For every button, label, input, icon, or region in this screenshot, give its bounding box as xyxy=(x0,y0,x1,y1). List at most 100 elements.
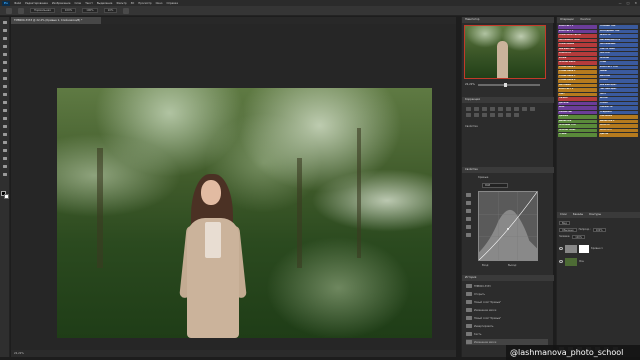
action-button[interactable]: ТОНИРОВКА 3 xyxy=(558,74,597,78)
flow-field[interactable]: 100% xyxy=(82,8,98,13)
action-button[interactable]: ЗАТЕМНИТЬ ТЕНИ xyxy=(558,38,597,42)
crop-tool-icon[interactable] xyxy=(2,52,8,57)
layer-thumbnail[interactable] xyxy=(565,244,577,253)
menu-select[interactable]: Выделение xyxy=(97,2,112,5)
navigator-zoom[interactable]: 22,22% xyxy=(465,83,475,86)
hue-icon[interactable] xyxy=(506,107,511,111)
eyedropper-gray-icon[interactable] xyxy=(466,209,471,213)
curves-svg[interactable] xyxy=(479,192,537,260)
action-button[interactable]: СВЕТ xyxy=(558,92,597,96)
action-button[interactable]: РАЗМЫТИЕ xyxy=(558,110,597,114)
zoom-tool-icon[interactable] xyxy=(2,172,8,177)
layer-opacity-field[interactable]: 100% xyxy=(592,227,606,232)
tab-layers[interactable]: Слои xyxy=(560,212,567,218)
layer-row[interactable]: Фон xyxy=(559,256,639,267)
action-button[interactable]: ЯРКОСТЬ xyxy=(599,34,638,38)
threshold-icon[interactable] xyxy=(498,113,503,117)
shape-tool-icon[interactable] xyxy=(2,156,8,161)
action-button[interactable]: ТОНИРОВКА 2 xyxy=(558,70,597,74)
eraser-tool-icon[interactable] xyxy=(2,100,8,105)
action-button[interactable]: ДЫМКА xyxy=(558,115,597,119)
brush-tool-icon[interactable] xyxy=(2,76,8,81)
hand-tool-icon[interactable] xyxy=(2,164,8,169)
path-select-tool-icon[interactable] xyxy=(2,148,8,153)
photo-canvas[interactable] xyxy=(57,88,432,338)
adjustments-panel-header[interactable]: Коррекция xyxy=(462,97,554,103)
brush-preset-icon[interactable] xyxy=(18,7,24,14)
target-adjust-icon[interactable] xyxy=(466,193,471,197)
action-button[interactable]: НАСЫЩЕННОСТЬ xyxy=(599,38,638,42)
layer-fill-field[interactable]: 100% xyxy=(572,234,586,239)
pencil-icon[interactable] xyxy=(466,233,471,237)
action-button[interactable]: ЦВЕТЫ xyxy=(599,133,638,137)
action-button[interactable]: ЧИСТЫЙ ЦВЕТ xyxy=(599,88,638,92)
tab-paths[interactable]: Контуры xyxy=(589,212,601,218)
layer-blend-select[interactable]: Обычные xyxy=(559,227,577,232)
action-button[interactable]: ПОРТРЕТ xyxy=(599,52,638,56)
dodge-tool-icon[interactable] xyxy=(2,124,8,129)
eyedropper-white-icon[interactable] xyxy=(466,217,471,221)
history-item[interactable]: TMB000-3333 xyxy=(466,283,548,289)
action-button[interactable]: ТЕПЛЫЙ ТОН xyxy=(599,25,638,29)
action-button[interactable]: ХОЛОДНЫЙ ТОН xyxy=(599,29,638,33)
history-brush-tool-icon[interactable] xyxy=(2,92,8,97)
curves-icon[interactable] xyxy=(482,107,487,111)
action-button[interactable]: ТРАВА xyxy=(558,133,597,137)
action-button[interactable]: ВЕСНА xyxy=(599,97,638,101)
menu-window[interactable]: Окно xyxy=(156,2,163,5)
opacity-field[interactable]: 100% xyxy=(60,8,77,13)
posterize-icon[interactable] xyxy=(490,113,495,117)
layer-kind-filter[interactable]: Вид xyxy=(559,220,570,225)
action-button[interactable]: ЗАКАТ xyxy=(599,70,638,74)
bw-icon[interactable] xyxy=(522,107,527,111)
visibility-eye-icon[interactable] xyxy=(559,247,563,250)
gradient-tool-icon[interactable] xyxy=(2,108,8,113)
action-button[interactable]: ОБЪЕМ xyxy=(558,97,597,101)
history-item[interactable]: Кисть xyxy=(466,331,548,337)
menu-3d[interactable]: 3D xyxy=(131,2,135,5)
action-button[interactable]: ТЕНИ xyxy=(599,61,638,65)
close-button[interactable]: ✕ xyxy=(634,1,637,5)
layer-mask-thumbnail[interactable] xyxy=(579,244,589,253)
canvas-area[interactable] xyxy=(11,24,456,350)
action-button[interactable]: ТОНИРОВКА 1 xyxy=(558,65,597,69)
menu-file[interactable]: Файл xyxy=(14,2,21,5)
curves-channel-select[interactable]: RGB xyxy=(482,183,508,188)
action-button[interactable]: ТОНИРОВКА 4 xyxy=(558,79,597,83)
action-button[interactable]: ОСЕНЬ xyxy=(599,101,638,105)
action-button[interactable]: РЕЗКОСТЬ xyxy=(558,52,597,56)
action-button[interactable]: ДЕТАЛИ xyxy=(558,101,597,105)
history-item[interactable]: Новый слой "Кривые" xyxy=(466,315,548,321)
tab-buttons[interactable]: Кнопки xyxy=(581,18,591,21)
menu-type[interactable]: Текст xyxy=(85,2,93,5)
settings-gear-icon[interactable] xyxy=(123,7,130,14)
action-button[interactable]: ОСВЕТЛИТЬ СВЕТА xyxy=(558,34,597,38)
action-button[interactable]: СВЕЧЕНИЕ xyxy=(599,115,638,119)
quick-select-tool-icon[interactable] xyxy=(2,44,8,49)
channel-mixer-icon[interactable] xyxy=(466,113,471,117)
history-item[interactable]: Открыть xyxy=(466,291,548,297)
menu-image[interactable]: Изображение xyxy=(52,2,71,5)
lookup-icon[interactable] xyxy=(474,113,479,117)
action-button[interactable]: ЗОЛОТО 2 xyxy=(599,128,638,132)
lasso-tool-icon[interactable] xyxy=(2,36,8,41)
action-button[interactable]: ГРАДИЕНТ xyxy=(599,110,638,114)
curves-graph[interactable] xyxy=(478,191,538,261)
vibrance-icon[interactable] xyxy=(498,107,503,111)
action-button[interactable]: КОНТРАСТ 3 xyxy=(558,88,597,92)
navigator-zoom-slider[interactable] xyxy=(478,82,540,87)
action-button[interactable]: ВИНЬЕТКА 2 xyxy=(599,119,638,123)
move-tool-icon[interactable] xyxy=(2,20,8,25)
action-button[interactable]: КОНТРАСТ ТОН xyxy=(599,65,638,69)
minimize-button[interactable]: — xyxy=(619,1,622,5)
curve-point-icon[interactable] xyxy=(466,225,471,229)
selective-color-icon[interactable] xyxy=(514,113,519,117)
clone-tool-icon[interactable] xyxy=(2,84,8,89)
menu-layer[interactable]: Слои xyxy=(74,2,81,5)
healing-tool-icon[interactable] xyxy=(2,68,8,73)
action-button[interactable]: ЗОЛОТО xyxy=(599,124,638,128)
menu-filter[interactable]: Фильтр xyxy=(116,2,126,5)
action-button[interactable]: ВИНЬЕТКА xyxy=(558,119,597,123)
action-button[interactable]: ЗАТЕМНЕНИЕ xyxy=(599,43,638,47)
action-button[interactable]: ЗЕЛЕНЫЙ ТОН xyxy=(558,124,597,128)
